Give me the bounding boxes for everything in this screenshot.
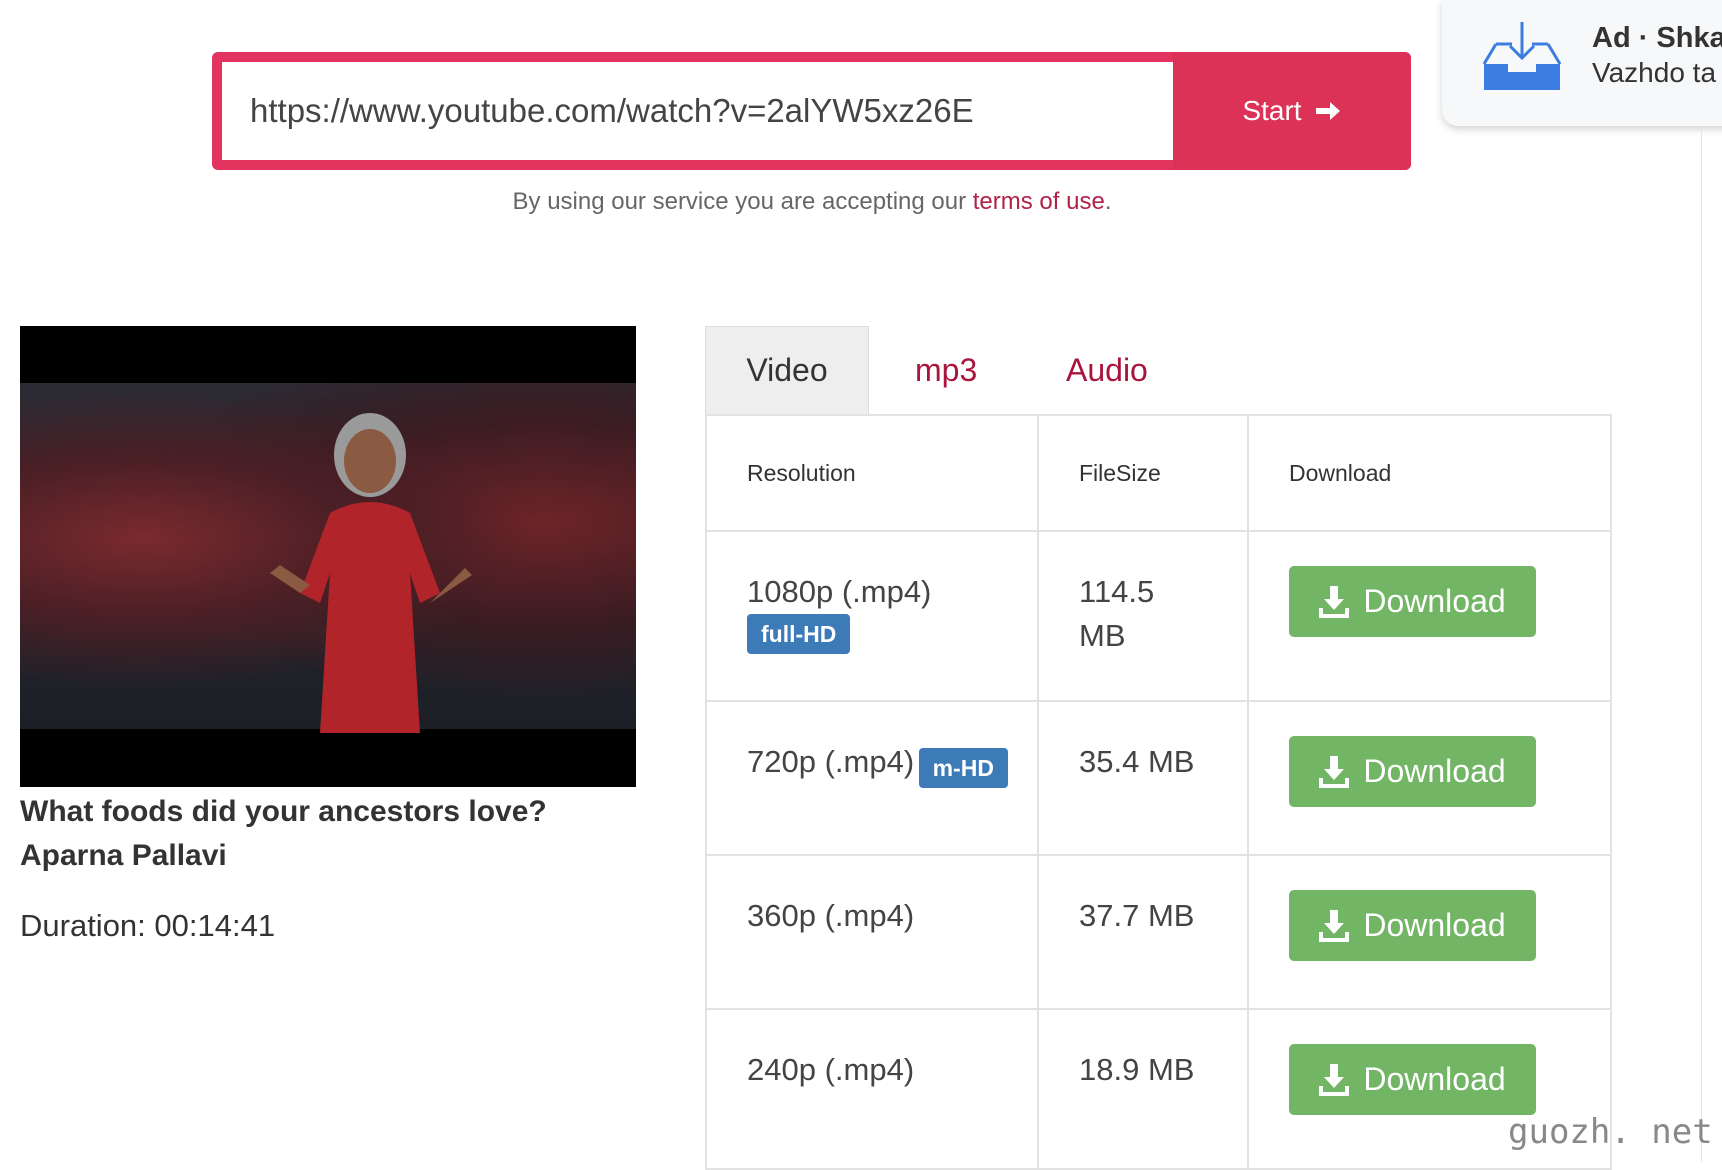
file-size: 18.9 MB xyxy=(1079,1052,1195,1087)
tab-audio[interactable]: Audio xyxy=(1066,326,1148,414)
download-icon xyxy=(1319,909,1350,942)
download-icon xyxy=(1319,755,1350,788)
table-row: 240p (.mp4) 18.9 MB Download xyxy=(705,1008,1612,1170)
ad-popup[interactable]: Ad · Shka Vazhdo ta xyxy=(1442,0,1722,126)
header-download: Download xyxy=(1247,414,1612,532)
download-icon xyxy=(1319,1063,1350,1096)
download-label: Download xyxy=(1363,1061,1506,1097)
terms-suffix: . xyxy=(1104,188,1112,215)
tab-mp3[interactable]: mp3 xyxy=(915,326,977,414)
inbox-download-icon xyxy=(1482,22,1562,90)
formats-table: Resolution FileSize Download 1080p (.mp4… xyxy=(705,414,1612,1170)
table-header-row: Resolution FileSize Download xyxy=(705,414,1612,532)
download-button[interactable]: Download xyxy=(1289,890,1536,961)
table-row: 360p (.mp4) 37.7 MB Download xyxy=(705,854,1612,1010)
header-resolution: Resolution xyxy=(705,414,1039,532)
quality-badge: full-HD xyxy=(747,614,851,654)
start-label: Start xyxy=(1242,95,1302,126)
download-label: Download xyxy=(1363,583,1506,619)
ad-title: Ad · Shka xyxy=(1592,22,1722,54)
url-search-bar: Start xyxy=(212,52,1411,170)
resolution: 720p (.mp4) xyxy=(747,744,915,779)
header-filesize: FileSize xyxy=(1037,414,1249,532)
quality-badge: m-HD xyxy=(918,747,1008,788)
download-icon xyxy=(1319,585,1350,618)
ad-subtitle: Vazhdo ta xyxy=(1592,57,1717,88)
arrow-right-icon xyxy=(1315,102,1340,120)
resolution: 360p (.mp4) xyxy=(747,898,915,933)
video-duration: Duration: 00:14:41 xyxy=(20,908,276,943)
video-thumbnail xyxy=(20,326,636,787)
tab-video[interactable]: Video xyxy=(705,326,869,414)
download-label: Download xyxy=(1363,753,1506,789)
table-row: 720p (.mp4) m-HD 35.4 MB Download xyxy=(705,700,1612,856)
file-size: 37.7 MB xyxy=(1079,898,1195,933)
download-button[interactable]: Download xyxy=(1289,736,1536,807)
file-size: 35.4 MB xyxy=(1079,744,1195,779)
watermark: guozh. net xyxy=(1508,1112,1713,1152)
page-divider xyxy=(1701,126,1702,1162)
url-input[interactable] xyxy=(222,62,1173,160)
resolution: 240p (.mp4) xyxy=(747,1052,915,1087)
file-size: 114.5 MB xyxy=(1079,574,1155,653)
video-title: What foods did your ancestors love? Apar… xyxy=(20,795,547,872)
resolution: 1080p (.mp4) xyxy=(747,574,932,609)
download-label: Download xyxy=(1363,907,1506,943)
start-button[interactable]: Start xyxy=(1173,52,1411,170)
table-row: 1080p (.mp4) full-HD 114.5 MB Download xyxy=(705,530,1612,702)
terms-text: By using our service you are accepting o… xyxy=(512,188,973,215)
speaker-figure xyxy=(270,413,472,733)
terms-notice: By using our service you are accepting o… xyxy=(0,188,1624,216)
download-button[interactable]: Download xyxy=(1289,1044,1536,1115)
terms-link[interactable]: terms of use xyxy=(973,188,1105,215)
download-button[interactable]: Download xyxy=(1289,566,1536,637)
